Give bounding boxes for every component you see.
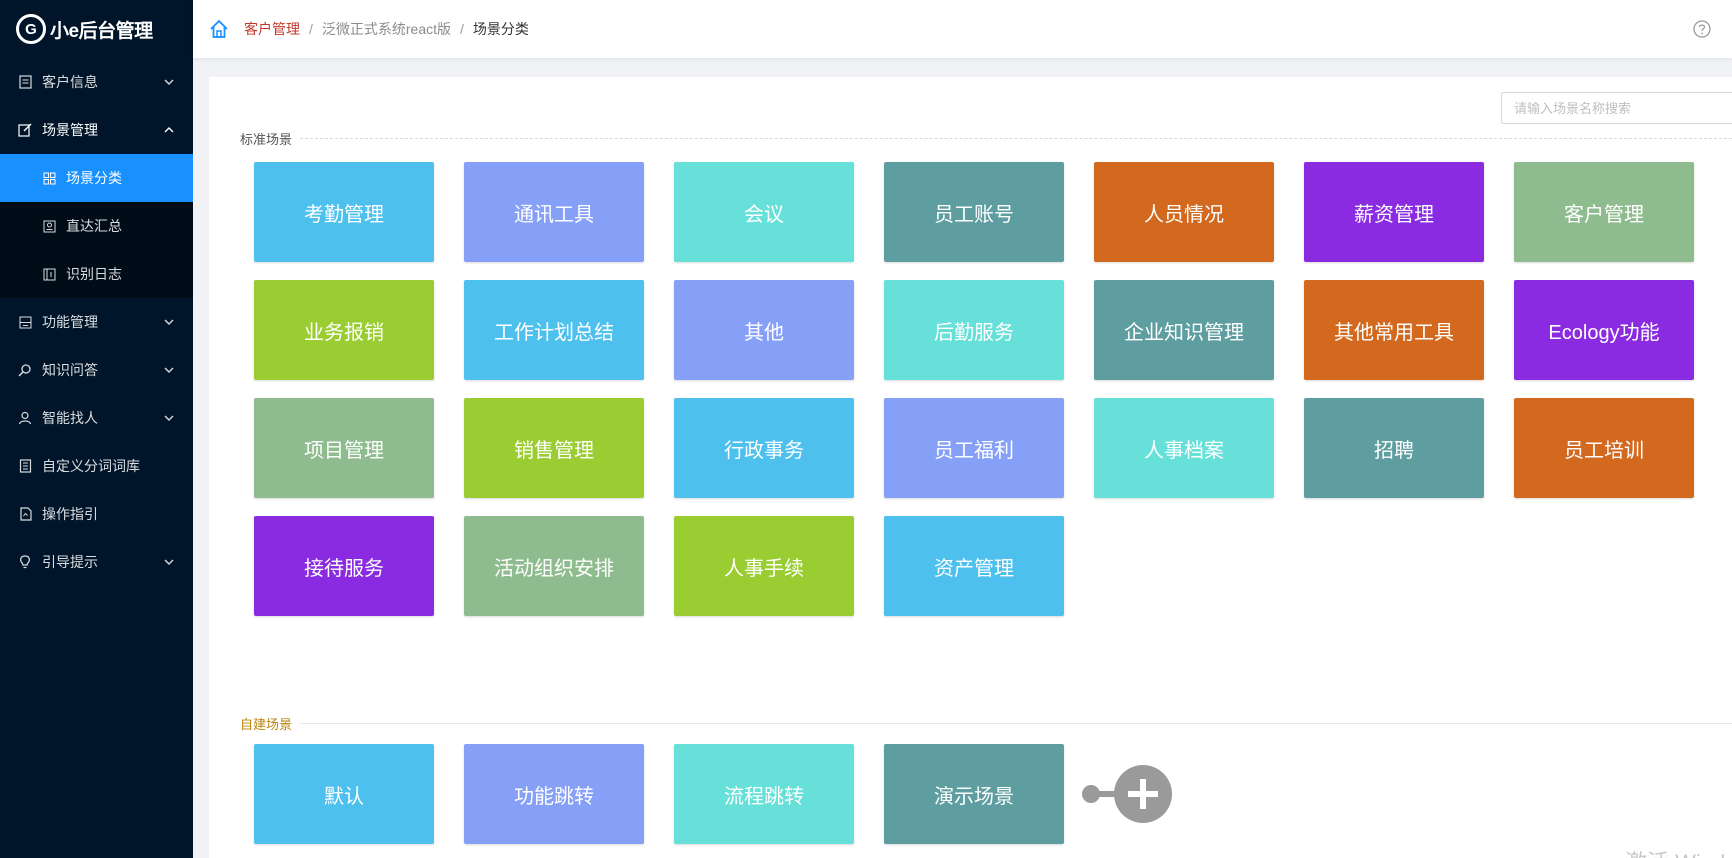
sidebar-item-function-management[interactable]: 功能管理	[0, 298, 193, 346]
windows-watermark: 激活 Windows	[1625, 845, 1732, 858]
scene-tile[interactable]: 后勤服务	[884, 280, 1064, 380]
scene-tile[interactable]: 工作计划总结	[464, 280, 644, 380]
scene-tile[interactable]: 接待服务	[254, 516, 434, 616]
sidebar-item-label: 客户信息	[42, 74, 98, 90]
scene-tile[interactable]: 人事手续	[674, 516, 854, 616]
scene-tile[interactable]: Ecology功能	[1514, 280, 1694, 380]
sidebar-item-label: 自定义分词词库	[42, 458, 140, 474]
scene-search-input[interactable]	[1501, 92, 1732, 124]
sidebar-item-label: 知识问答	[42, 362, 98, 378]
chevron-up-icon	[164, 127, 174, 133]
sidebar-item-label: 智能找人	[42, 410, 98, 426]
chevron-down-icon	[164, 79, 174, 85]
chevron-down-icon	[164, 367, 174, 373]
scene-tile[interactable]: 默认	[254, 744, 434, 844]
chevron-down-icon	[164, 415, 174, 421]
main-content: 标准场景 考勤管理通讯工具会议员工账号人员情况薪资管理客户管理业务报销工作计划总…	[209, 77, 1732, 858]
book-icon	[18, 459, 32, 473]
custom-scenes-header: 自建场景	[240, 714, 1732, 733]
sidebar-item-scene-category[interactable]: 场景分类	[0, 154, 193, 202]
scene-tile[interactable]: 考勤管理	[254, 162, 434, 262]
scene-tile[interactable]: 功能跳转	[464, 744, 644, 844]
sidebar-item-label: 直达汇总	[66, 218, 122, 234]
scene-tile[interactable]: 业务报销	[254, 280, 434, 380]
sidebar-item-recognition-log[interactable]: 识别日志	[0, 250, 193, 298]
breadcrumb-customer-management[interactable]: 客户管理	[244, 19, 300, 39]
section-divider	[300, 138, 1732, 139]
scene-tile[interactable]: 销售管理	[464, 398, 644, 498]
scene-tile[interactable]: 会议	[674, 162, 854, 262]
scene-tile[interactable]: 项目管理	[254, 398, 434, 498]
sidebar-item-customer-info[interactable]: 客户信息	[0, 58, 193, 106]
breadcrumb-separator: /	[460, 21, 464, 37]
chevron-down-icon	[164, 319, 174, 325]
sidebar-item-knowledge-qa[interactable]: 知识问答	[0, 346, 193, 394]
help-icon[interactable]	[1692, 19, 1712, 39]
sidebar-item-label: 引导提示	[42, 554, 98, 570]
app-title: 小e后台管理	[50, 20, 153, 42]
add-scene-button[interactable]	[1081, 761, 1181, 827]
sidebar-item-label: 操作指引	[42, 506, 98, 522]
scene-tile[interactable]: 活动组织安排	[464, 516, 644, 616]
sidebar-item-scene-management[interactable]: 场景管理	[0, 106, 193, 154]
scene-tile[interactable]: 演示场景	[884, 744, 1064, 844]
sidebar-item-direct-summary[interactable]: 直达汇总	[0, 202, 193, 250]
top-header: 客户管理 / 泛微正式系统react版 / 场景分类	[193, 0, 1732, 58]
sidebar-item-label: 识别日志	[66, 266, 122, 282]
scene-tile[interactable]: 客户管理	[1514, 162, 1694, 262]
guide-icon	[18, 507, 32, 521]
scene-tile[interactable]: 员工福利	[884, 398, 1064, 498]
app-icon	[18, 315, 32, 329]
breadcrumb-current: 场景分类	[472, 21, 529, 37]
log-icon	[42, 267, 56, 281]
file-icon	[18, 75, 32, 89]
scene-tile[interactable]: 薪资管理	[1304, 162, 1484, 262]
scene-tile[interactable]: 其他常用工具	[1304, 280, 1484, 380]
summary-icon	[42, 219, 56, 233]
chevron-down-icon	[164, 559, 174, 565]
sidebar: G 小e后台管理 客户信息 场景管理 场景分类 直达汇总 识别日志 功能管理 知…	[0, 0, 193, 858]
bulb-icon	[18, 555, 32, 569]
edit-icon	[18, 123, 32, 137]
user-icon	[18, 411, 32, 425]
section-title: 自建场景	[240, 717, 293, 732]
sidebar-item-label: 场景管理	[42, 122, 98, 138]
scene-tile[interactable]: 人员情况	[1094, 162, 1274, 262]
breadcrumb-system[interactable]: 泛微正式系统react版	[322, 19, 451, 39]
sidebar-item-operation-guide[interactable]: 操作指引	[0, 490, 193, 538]
scene-tile[interactable]: 招聘	[1304, 398, 1484, 498]
section-title: 标准场景	[240, 132, 293, 147]
scene-submenu: 场景分类 直达汇总 识别日志	[0, 154, 193, 298]
breadcrumb-separator: /	[309, 21, 313, 37]
grid-icon	[42, 171, 56, 185]
scene-tile[interactable]: 员工培训	[1514, 398, 1694, 498]
scene-tile[interactable]: 行政事务	[674, 398, 854, 498]
scene-tile[interactable]: 人事档案	[1094, 398, 1274, 498]
scene-tile[interactable]: 其他	[674, 280, 854, 380]
sidebar-item-label: 功能管理	[42, 314, 98, 330]
standard-scenes-header: 标准场景	[240, 129, 1732, 148]
scene-tile[interactable]: 员工账号	[884, 162, 1064, 262]
section-divider	[300, 723, 1732, 724]
scene-tile[interactable]: 企业知识管理	[1094, 280, 1274, 380]
scene-tile[interactable]: 资产管理	[884, 516, 1064, 616]
home-icon[interactable]	[208, 18, 230, 40]
sidebar-item-custom-dictionary[interactable]: 自定义分词词库	[0, 442, 193, 490]
sidebar-item-guide-tips[interactable]: 引导提示	[0, 538, 193, 586]
sidebar-item-label: 场景分类	[66, 170, 122, 186]
app-logo[interactable]: G 小e后台管理	[0, 0, 193, 58]
logo-icon: G	[16, 14, 46, 44]
search-icon	[18, 363, 32, 377]
sidebar-item-find-people[interactable]: 智能找人	[0, 394, 193, 442]
scene-tile[interactable]: 通讯工具	[464, 162, 644, 262]
scene-tile[interactable]: 流程跳转	[674, 744, 854, 844]
